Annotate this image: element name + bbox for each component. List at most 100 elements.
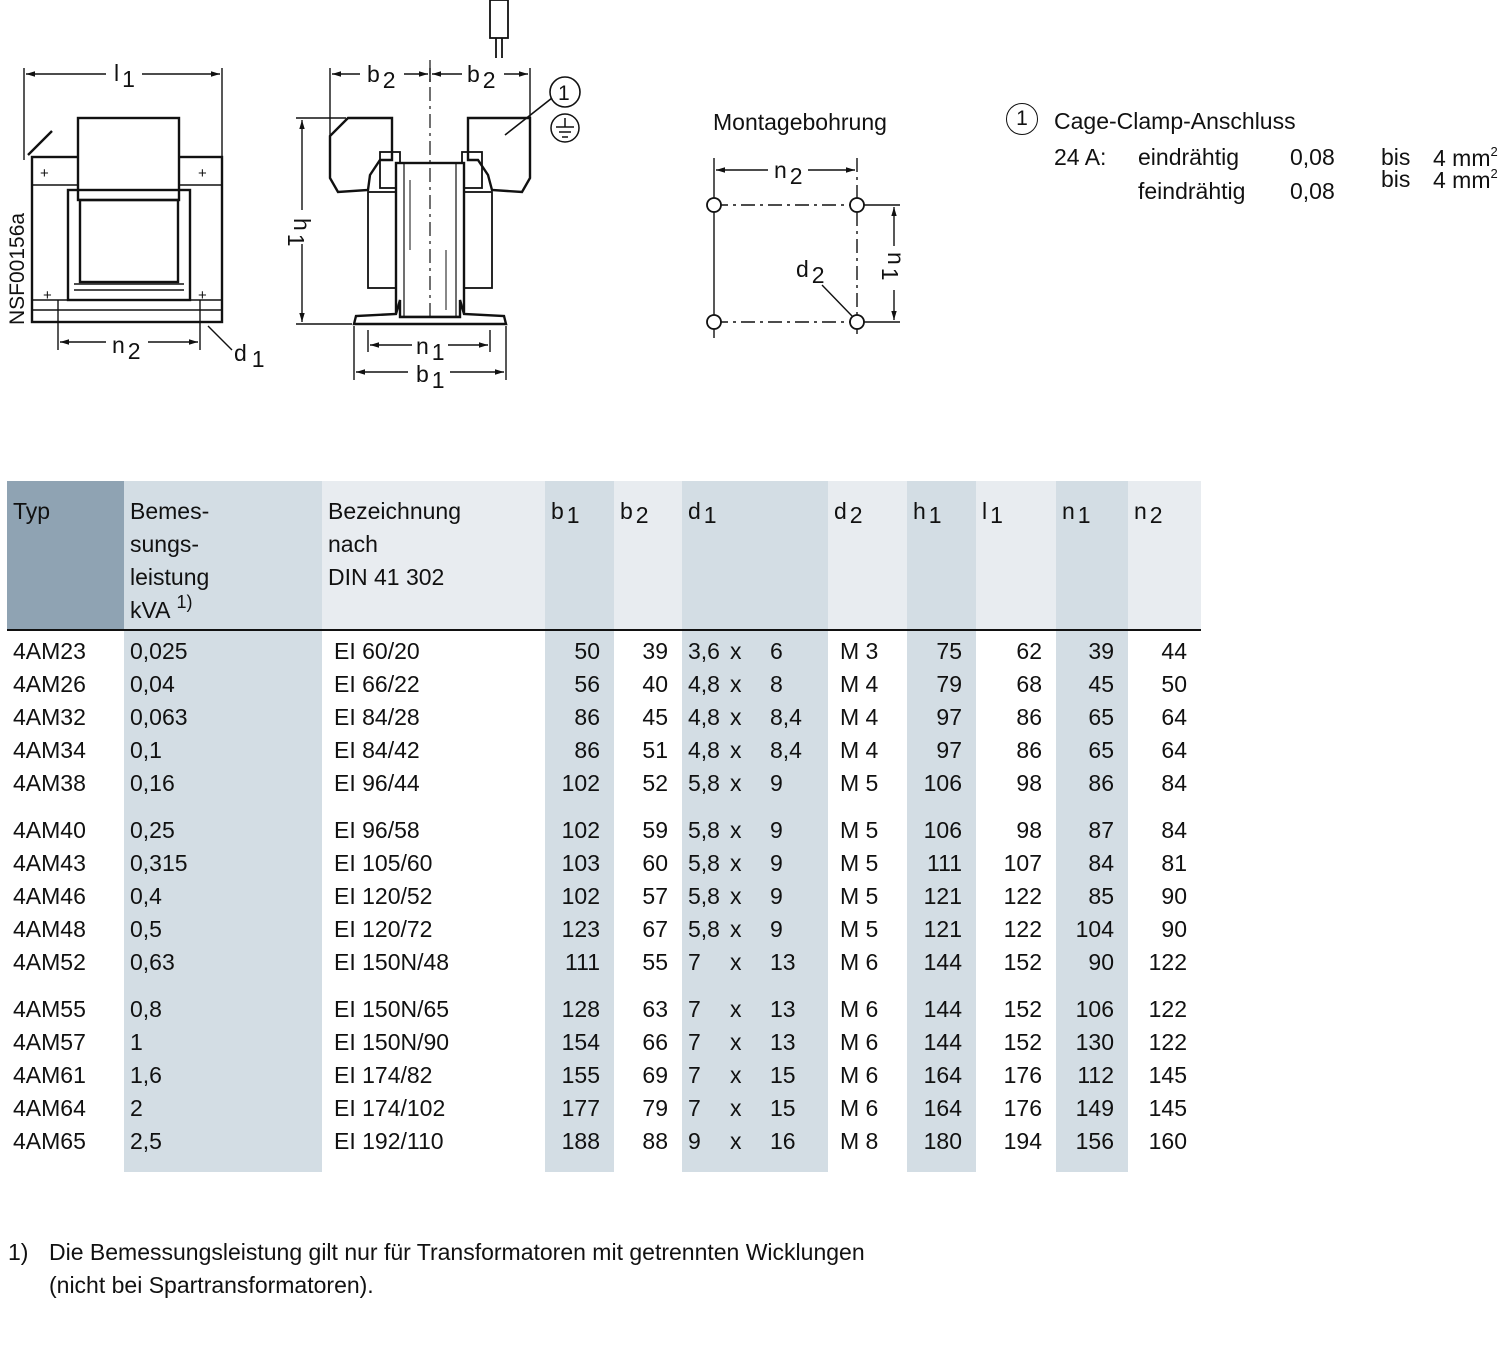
- cell-typ: 4AM52: [13, 949, 86, 975]
- dim-n1-mounting: n1: [877, 252, 909, 281]
- dim-b2-left: b2: [367, 61, 396, 93]
- cell-typ: 4AM61: [13, 1062, 86, 1088]
- cell-n2: 122: [1148, 1029, 1187, 1055]
- cell-h1: 106: [907, 800, 976, 847]
- cell-d1: 7 x 13: [682, 1026, 828, 1059]
- cell-d2: M 5: [840, 883, 879, 909]
- legend-type-1: eindrähtig: [1138, 144, 1240, 170]
- cell-typ: 4AM38: [13, 770, 86, 796]
- cell-kva: 0,63: [124, 946, 322, 979]
- legend-to-2: 4 mm2: [1433, 166, 1498, 193]
- cell-typ: 4AM64: [13, 1095, 86, 1121]
- cell-n1: 87: [1056, 800, 1128, 847]
- table-row: 4AM52 0,63 EI 150N/48 111 55 7 x 13 M 6 14…: [7, 946, 1201, 979]
- legend-current: 24 A:: [1054, 144, 1107, 170]
- col-header-d2: d2: [828, 481, 907, 631]
- cell-b2: 66: [642, 1029, 668, 1055]
- ground-icon: [550, 113, 580, 143]
- cell-d2: M 6: [840, 996, 879, 1022]
- dim-b1: b1: [416, 361, 445, 393]
- dim-n2-front: n2: [112, 332, 141, 364]
- cell-l1: 86: [1016, 704, 1042, 730]
- cell-n1: 90: [1056, 946, 1128, 979]
- cell-kva: 0,8: [124, 979, 322, 1026]
- cell-d1: 5,8 x 9: [682, 847, 828, 880]
- cell-b2: 79: [642, 1095, 668, 1121]
- col-header-l1: l1: [976, 481, 1056, 631]
- cell-typ: 4AM34: [13, 737, 86, 763]
- cell-b2: 55: [642, 949, 668, 975]
- cell-typ: 4AM65: [13, 1128, 86, 1154]
- cell-n2: 90: [1161, 916, 1187, 942]
- cell-l1: 98: [1016, 770, 1042, 796]
- cell-kva: 0,315: [124, 847, 322, 880]
- cell-typ: 4AM55: [13, 996, 86, 1022]
- col-header-b1: b1: [545, 481, 614, 631]
- cell-d1: 5,8 x 9: [682, 880, 828, 913]
- cell-n2: 145: [1148, 1062, 1187, 1088]
- cell-h1: 97: [907, 734, 976, 767]
- col-header-bezeichnung: Bezeichnung nach DIN 41 302: [322, 481, 545, 631]
- svg-text:+: +: [40, 165, 49, 182]
- col-header-typ: Typ: [7, 481, 124, 631]
- cell-b1: 102: [545, 767, 614, 800]
- cell-l1: 152: [1003, 949, 1042, 975]
- cell-d1: 5,8 x 9: [682, 913, 828, 946]
- cell-n2: 81: [1161, 850, 1187, 876]
- table-row: 4AM40 0,25 EI 96/58 102 59 5,8 x 9 M 5 106…: [7, 800, 1201, 847]
- table-row: 4AM34 0,1 EI 84/42 86 51 4,8 x 8,4 M 4 97 …: [7, 734, 1201, 767]
- cell-n2: 64: [1161, 704, 1187, 730]
- cell-l1: 176: [1003, 1095, 1042, 1121]
- cell-b1: 111: [545, 946, 614, 979]
- legend-type-2: feindrähtig: [1138, 178, 1246, 204]
- cell-typ: 4AM26: [13, 671, 86, 697]
- cell-l1: 86: [1016, 737, 1042, 763]
- cell-l1: 152: [1003, 996, 1042, 1022]
- front-view-dimensions: [23, 68, 223, 350]
- cell-d2: M 5: [840, 770, 879, 796]
- cell-b1: 103: [545, 847, 614, 880]
- cell-d1: 5,8 x 9: [682, 767, 828, 800]
- dim-d1: d1: [234, 340, 265, 372]
- cell-l1: 152: [1003, 1029, 1042, 1055]
- side-marker-number: 1: [558, 82, 570, 105]
- cell-n1: 39: [1056, 630, 1128, 668]
- drawing-code: NSF00156a: [6, 213, 29, 325]
- cell-d2: M 6: [840, 1095, 879, 1121]
- cell-b1: 155: [545, 1059, 614, 1092]
- cell-n1: 156: [1056, 1125, 1128, 1172]
- cell-l1: 107: [1003, 850, 1042, 876]
- cell-n2: 84: [1161, 817, 1187, 843]
- cell-b1: 188: [545, 1125, 614, 1172]
- table-row: 4AM64 2 EI 174/102 177 79 7 x 15 M 6 164 1…: [7, 1092, 1201, 1125]
- cell-b1: 50: [545, 630, 614, 668]
- cell-b2: 51: [642, 737, 668, 763]
- cell-n2: 44: [1161, 638, 1187, 664]
- cell-typ: 4AM48: [13, 916, 86, 942]
- cell-b1: 86: [545, 734, 614, 767]
- col-header-h1: h1: [907, 481, 976, 631]
- table-row: 4AM23 0,025 EI 60/20 50 39 3,6 x 6 M 3 75 …: [7, 630, 1201, 668]
- cell-d1: 7 x 13: [682, 979, 828, 1026]
- cell-n1: 84: [1056, 847, 1128, 880]
- dim-n2-mounting: n2: [774, 157, 803, 189]
- cell-n2: 122: [1148, 949, 1187, 975]
- cell-n2: 84: [1161, 770, 1187, 796]
- cell-bezeichnung: EI 174/82: [334, 1062, 433, 1088]
- table-row: 4AM61 1,6 EI 174/82 155 69 7 x 15 M 6 164 …: [7, 1059, 1201, 1092]
- cell-typ: 4AM46: [13, 883, 86, 909]
- transformer-dimension-table: Typ Bemes- sungs- leistung kVA 1) Bezeich…: [7, 481, 1201, 1172]
- cell-l1: 176: [1003, 1062, 1042, 1088]
- cell-d1: 5,8 x 9: [682, 800, 828, 847]
- cell-h1: 144: [907, 946, 976, 979]
- cell-l1: 68: [1016, 671, 1042, 697]
- cell-n1: 86: [1056, 767, 1128, 800]
- cell-bezeichnung: EI 60/20: [334, 638, 420, 664]
- cell-bezeichnung: EI 96/58: [334, 817, 420, 843]
- cell-n1: 130: [1056, 1026, 1128, 1059]
- cell-d1: 4,8 x 8,4: [682, 701, 828, 734]
- cell-d2: M 4: [840, 671, 879, 697]
- cell-bezeichnung: EI 96/44: [334, 770, 420, 796]
- cell-kva: 2: [124, 1092, 322, 1125]
- cell-b2: 52: [642, 770, 668, 796]
